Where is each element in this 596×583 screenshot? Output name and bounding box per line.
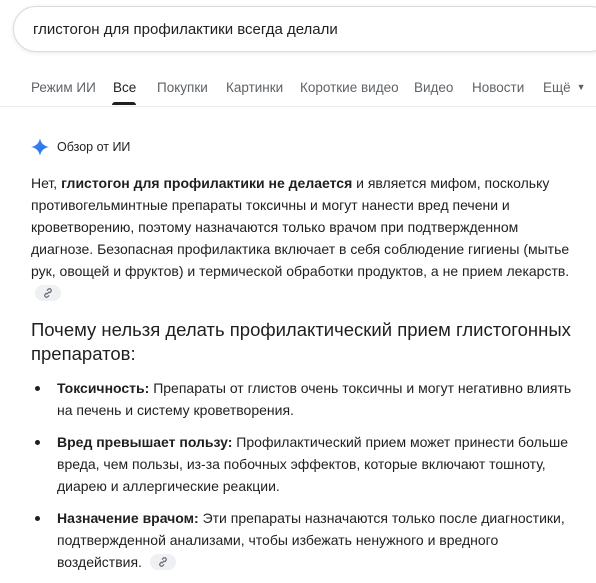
link-icon bbox=[159, 557, 167, 568]
list-item: Вред превышает пользу: Профилактический … bbox=[31, 431, 579, 497]
ai-overview-label: Обзор от ИИ bbox=[57, 140, 131, 154]
tab-ai-mode[interactable]: Режим ИИ bbox=[31, 80, 96, 95]
tab-shopping[interactable]: Покупки bbox=[157, 80, 208, 95]
caret-down-icon: ▼ bbox=[576, 82, 586, 92]
list-item: Токсичность: Препараты от глистов очень … bbox=[31, 377, 579, 421]
search-tabs: Режим ИИ Все Покупки Картинки Короткие в… bbox=[0, 66, 596, 106]
tab-videos[interactable]: Видео bbox=[414, 80, 453, 95]
tab-images[interactable]: Картинки bbox=[226, 80, 283, 95]
tab-more[interactable]: Ещё ▼ bbox=[543, 80, 586, 95]
active-tab-indicator bbox=[112, 102, 136, 105]
gemini-sparkle-icon bbox=[31, 138, 49, 156]
search-query-text: глистогон для профилактики всегда делали bbox=[33, 21, 338, 38]
bullet-title: Назначение врачом: bbox=[57, 510, 199, 526]
summary-text-start: Нет, bbox=[31, 175, 62, 191]
section-heading: Почему нельзя делать профилактический пр… bbox=[31, 319, 571, 364]
search-input[interactable]: глистогон для профилактики всегда делали bbox=[13, 6, 596, 52]
tabs-divider bbox=[0, 106, 596, 107]
tab-more-label: Ещё bbox=[543, 80, 571, 95]
ai-overview-header: Обзор от ИИ bbox=[31, 136, 130, 158]
source-link-chip[interactable] bbox=[149, 554, 176, 571]
bullet-dot bbox=[35, 440, 40, 445]
bullet-dot bbox=[35, 386, 40, 391]
list-item: Назначение врачом: Эти препараты назнача… bbox=[31, 507, 579, 573]
tab-all[interactable]: Все bbox=[113, 80, 136, 95]
source-link-chip[interactable] bbox=[35, 285, 61, 302]
link-icon bbox=[44, 288, 52, 299]
tab-short-videos[interactable]: Короткие видео bbox=[300, 80, 399, 95]
bullet-title: Вред превышает пользу: bbox=[57, 434, 233, 450]
tab-news[interactable]: Новости bbox=[472, 80, 524, 95]
summary-bold-claim: глистогон для профилактики не делается bbox=[61, 175, 353, 191]
bullet-dot bbox=[35, 516, 40, 521]
bullet-title: Токсичность: bbox=[57, 380, 150, 396]
ai-overview-summary: Нет, глистогон для профилактики не делае… bbox=[31, 172, 579, 304]
reasons-list: Токсичность: Препараты от глистов очень … bbox=[31, 377, 579, 583]
